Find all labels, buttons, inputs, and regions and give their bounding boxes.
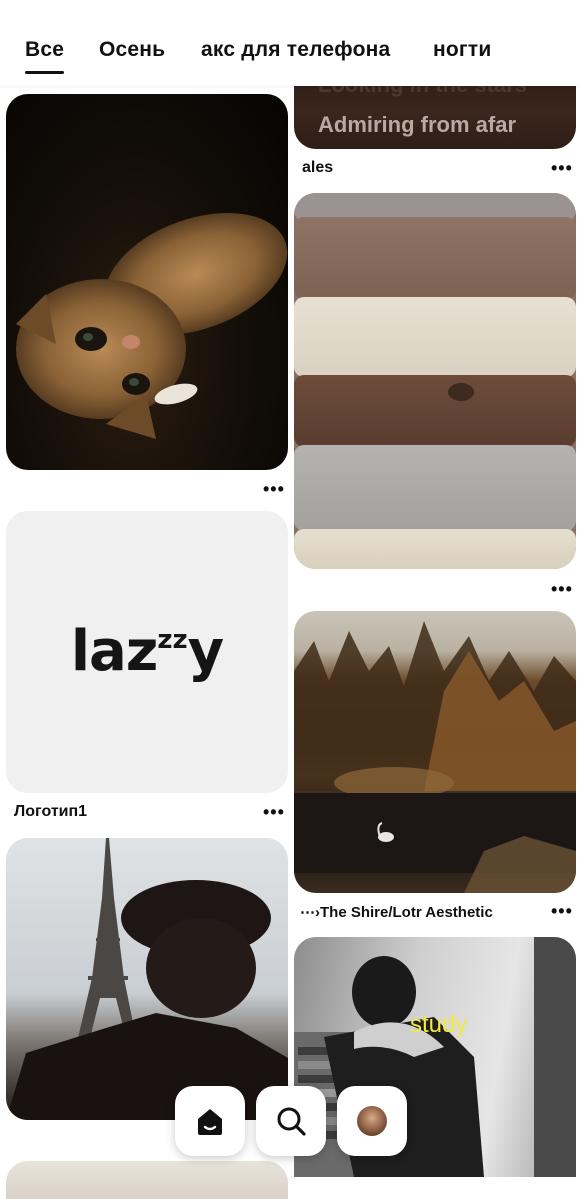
pin-quote-text: Admiring from afar xyxy=(318,112,517,137)
sweater-stack-layer xyxy=(294,375,576,447)
board-tabs: Все Осень акс для телефона ногти xyxy=(0,0,582,86)
sweater-stack-layer xyxy=(294,529,576,569)
sweater-button xyxy=(448,383,474,401)
pin-sweaters-more-button[interactable]: ••• xyxy=(551,580,573,598)
logo-lazzzy: lazzzy xyxy=(70,619,224,684)
nav-profile-button[interactable] xyxy=(337,1086,407,1156)
sweater-stack-layer xyxy=(294,445,576,531)
sweater-stack-layer xyxy=(294,217,576,299)
tab-autumn[interactable]: Осень xyxy=(99,38,165,62)
pin-forest-more-button[interactable]: ••• xyxy=(551,902,573,920)
pin-sweaters-image[interactable] xyxy=(294,193,576,569)
pin-cat-more-button[interactable]: ••• xyxy=(263,480,285,498)
nav-search-button[interactable] xyxy=(256,1086,326,1156)
pin-logo-more-button[interactable]: ••• xyxy=(263,803,285,821)
forest-illustration xyxy=(294,621,576,893)
avatar xyxy=(357,1106,387,1136)
home-icon xyxy=(198,1109,222,1135)
tab-phone-accessories[interactable]: акс для телефона xyxy=(201,38,390,62)
pin-eiffel-image[interactable] xyxy=(6,838,288,1120)
pin-logo-image[interactable]: lazzzy xyxy=(6,511,288,793)
nav-home-button[interactable] xyxy=(175,1086,245,1156)
pin-study-overlay-text: study xyxy=(410,1011,468,1038)
pin-logo-caption: Логотип1 xyxy=(14,803,88,820)
pin-partial-image[interactable] xyxy=(6,1161,288,1199)
pin-quote-caption: ales xyxy=(302,159,334,176)
tab-nails[interactable]: ногти xyxy=(433,38,491,62)
sweater-stack-layer xyxy=(294,297,576,377)
pin-quote-more-button[interactable]: ••• xyxy=(551,159,573,177)
eiffel-illustration xyxy=(6,838,288,1120)
search-icon xyxy=(277,1107,306,1136)
pin-forest-caption: ⋯›The Shire/Lotr Aesthetic xyxy=(300,904,493,921)
tab-all[interactable]: Все xyxy=(25,38,65,74)
pin-cat-image[interactable] xyxy=(6,94,288,470)
cat-illustration xyxy=(16,212,288,439)
pin-forest-image[interactable] xyxy=(294,611,576,893)
